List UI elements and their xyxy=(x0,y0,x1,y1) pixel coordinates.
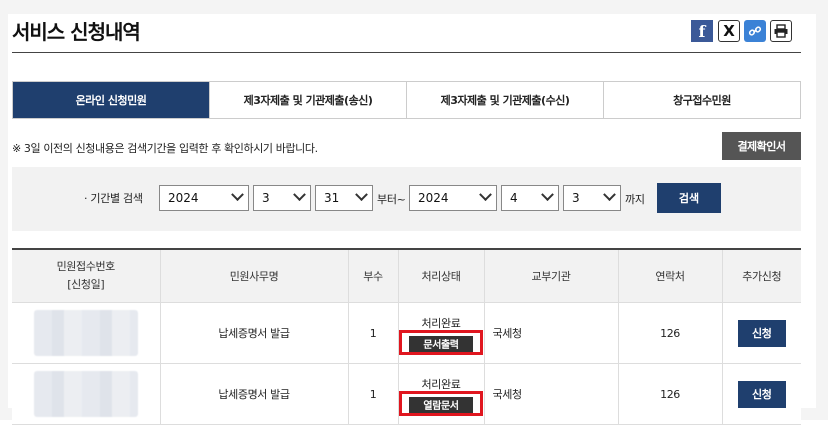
period-search-label: · 기간별 검색 xyxy=(84,192,143,205)
link-copy-icon[interactable] xyxy=(744,20,766,42)
header-status: 처리상태 xyxy=(397,248,484,303)
from-month-value: 3 xyxy=(262,191,270,205)
status-cell: 처리완료 문서출력 xyxy=(397,302,484,364)
chevron-down-icon xyxy=(293,188,306,202)
chevron-down-icon xyxy=(603,188,616,202)
search-button[interactable]: 검색 xyxy=(657,183,721,213)
viewport-edge-right xyxy=(816,0,828,420)
header-receipt-number: 민원접수번호 [신청일] xyxy=(12,248,160,303)
page: 서비스 신청내역 f X 온라인 신청민원 제3자제출 및 기관제출(송신) 제… xyxy=(0,0,828,425)
to-month-select[interactable]: 4 xyxy=(501,185,559,211)
apply-button[interactable]: 신청 xyxy=(737,380,786,408)
apply-button[interactable]: 신청 xyxy=(737,319,786,347)
from-suffix: 부터~ xyxy=(377,193,406,206)
viewport-edge-top xyxy=(0,0,828,14)
receipt-number-cell xyxy=(12,302,160,364)
agency-cell: 국세청 xyxy=(483,302,618,364)
payment-confirmation-button[interactable]: 결제확인서 xyxy=(722,132,801,160)
redacted-receipt-number xyxy=(33,310,138,356)
agency-cell: 국세청 xyxy=(483,363,618,425)
to-month-value: 4 xyxy=(510,191,518,205)
header-service-name: 민원사무명 xyxy=(159,248,348,303)
from-day-value: 31 xyxy=(324,191,340,205)
receipt-number-cell xyxy=(12,363,160,425)
to-year-value: 2024 xyxy=(418,191,449,205)
tab-counter-applications[interactable]: 창구접수민원 xyxy=(603,82,800,118)
tab-online-applications[interactable]: 온라인 신청민원 xyxy=(13,82,209,118)
to-suffix: 까지 xyxy=(625,193,645,206)
chevron-down-icon xyxy=(231,188,244,202)
print-document-label: 문서출력 xyxy=(423,340,459,351)
chevron-down-icon xyxy=(355,188,368,202)
apply-cell: 신청 xyxy=(721,302,801,364)
print-icon[interactable] xyxy=(770,20,792,42)
to-year-select[interactable]: 2024 xyxy=(409,185,497,211)
header-agency: 교부기관 xyxy=(483,248,618,303)
copies-cell: 1 xyxy=(347,302,398,364)
viewport-edge-left xyxy=(0,0,8,420)
tab-third-party-sent[interactable]: 제3자제출 및 기관제출(송신) xyxy=(209,82,406,118)
page-title: 서비스 신청내역 xyxy=(12,20,141,44)
header-contact: 연락처 xyxy=(617,248,722,303)
from-month-select[interactable]: 3 xyxy=(253,185,311,211)
x-share-icon[interactable]: X xyxy=(718,20,740,42)
from-year-select[interactable]: 2024 xyxy=(159,185,249,211)
chevron-down-icon xyxy=(479,188,492,202)
title-divider xyxy=(12,52,801,53)
view-document-button[interactable]: 열람문서 xyxy=(399,390,483,416)
copies-cell: 1 xyxy=(347,363,398,425)
facebook-share-icon[interactable]: f xyxy=(691,20,713,42)
header-additional-apply: 추가신청 xyxy=(721,248,801,303)
from-year-value: 2024 xyxy=(168,191,199,205)
contact-cell: 126 xyxy=(617,302,722,364)
status-text: 처리완료 xyxy=(421,377,461,391)
service-name-cell: 납세증명서 발급 xyxy=(159,363,348,425)
application-table: 민원접수번호 [신청일] 민원사무명 부수 처리상태 교부기관 연락처 추가신청… xyxy=(12,248,801,425)
from-day-select[interactable]: 31 xyxy=(315,185,373,211)
contact-cell: 126 xyxy=(617,363,722,425)
view-document-label: 열람문서 xyxy=(423,401,459,412)
table-header-row: 민원접수번호 [신청일] 민원사무명 부수 처리상태 교부기관 연락처 추가신청 xyxy=(12,248,801,303)
print-document-button[interactable]: 문서출력 xyxy=(399,329,483,355)
chevron-down-icon xyxy=(541,188,554,202)
table-row: 납세증명서 발급 1 처리완료 문서출력 국세청 126 신청 xyxy=(12,302,801,364)
status-text: 처리완료 xyxy=(421,316,461,330)
service-name-cell: 납세증명서 발급 xyxy=(159,302,348,364)
to-day-value: 3 xyxy=(572,191,580,205)
table-row: 납세증명서 발급 1 처리완료 열람문서 국세청 126 신청 xyxy=(12,363,801,425)
tab-third-party-received[interactable]: 제3자제출 및 기관제출(수신) xyxy=(406,82,603,118)
to-day-select[interactable]: 3 xyxy=(563,185,621,211)
header-copies: 부수 xyxy=(347,248,398,303)
apply-cell: 신청 xyxy=(721,363,801,425)
tab-bar: 온라인 신청민원 제3자제출 및 기관제출(송신) 제3자제출 및 기관제출(수… xyxy=(12,81,801,119)
search-notice: ※ 3일 이전의 신청내용은 검색기간을 입력한 후 확인하시기 바랍니다. xyxy=(12,142,318,155)
redacted-receipt-number xyxy=(33,371,138,417)
status-cell: 처리완료 열람문서 xyxy=(397,363,484,425)
